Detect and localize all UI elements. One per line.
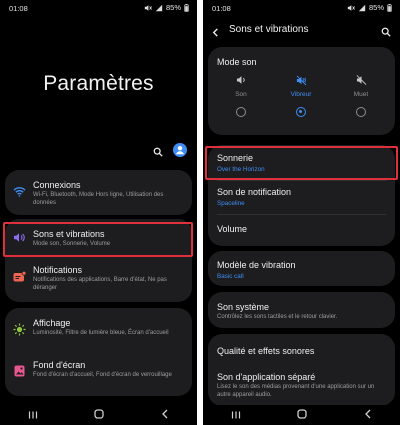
sound-settings-screen: 01:08 85% Sons et vibrations Mode son So…	[203, 0, 400, 425]
search-icon[interactable]	[381, 24, 391, 42]
mode-option-muet[interactable]: Muet	[336, 73, 386, 117]
mode-option-son[interactable]: Son	[216, 73, 266, 117]
system-sound-card: Son système Contrôlez les sons tactiles …	[208, 292, 395, 328]
divider	[217, 180, 386, 181]
item-title: Fond d'écran	[33, 360, 86, 370]
item-subtitle: Fond d'écran d'accueil, Fond d'écran de …	[33, 372, 172, 378]
volume-item[interactable]: Volume	[217, 224, 389, 234]
settings-screen: 01:08 85% Paramètres Connexions Wi-Fi, B…	[0, 0, 197, 425]
mode-radio-son[interactable]	[236, 107, 246, 117]
separate-app-sound-subtitle: Lisez le son des médias provenant d'une …	[217, 384, 375, 398]
back-nav-icon[interactable]	[364, 406, 372, 424]
connections-card: Connexions Wi-Fi, Bluetooth, Mode Hors l…	[5, 170, 192, 215]
system-sound-item[interactable]: Son système Contrôlez les sons tactiles …	[217, 302, 389, 322]
system-sound-title: Son système	[217, 302, 270, 312]
separate-app-sound-title: Son d'application séparé	[217, 372, 316, 382]
audio-card: Qualité et effets sonores Son d'applicat…	[208, 334, 395, 406]
settings-item-notifications[interactable]: Notifications Notifications des applicat…	[5, 259, 192, 302]
volume-title: Volume	[217, 224, 248, 234]
brightness-icon	[12, 322, 26, 336]
account-icon[interactable]	[173, 143, 187, 162]
app-header: Sons et vibrations	[203, 16, 400, 42]
mute-status-icon	[347, 4, 355, 11]
sound-mode-card: Mode son Son Vibreur Muet	[208, 47, 395, 135]
signal-icon	[358, 4, 366, 11]
vibration-pattern-item[interactable]: Modèle de vibration Basic call	[217, 260, 389, 280]
vibrate-icon	[276, 73, 326, 87]
vibration-card: Modèle de vibration Basic call	[208, 251, 395, 286]
status-bar: 01:08 85%	[0, 0, 197, 16]
status-time: 01:08	[212, 4, 231, 13]
speaker-icon	[216, 73, 266, 87]
mode-label: Muet	[353, 91, 369, 98]
item-title: Notifications	[33, 265, 83, 275]
recent-apps-icon[interactable]	[231, 406, 241, 424]
search-icon[interactable]	[153, 144, 163, 162]
status-bar: 01:08 85%	[203, 0, 400, 16]
home-icon[interactable]	[297, 406, 308, 424]
navigation-bar	[203, 405, 400, 425]
settings-item-affichage[interactable]: Affichage Luminosité, Filtre de lumière …	[5, 308, 192, 353]
sound-mode-title: Mode son	[217, 57, 257, 67]
notification-icon	[12, 269, 26, 283]
item-title: Connexions	[33, 180, 81, 190]
item-title: Affichage	[33, 318, 71, 328]
settings-item-connexions[interactable]: Connexions Wi-Fi, Bluetooth, Mode Hors l…	[5, 170, 192, 215]
navigation-bar	[0, 405, 197, 425]
settings-item-fond-ecran[interactable]: Fond d'écran Fond d'écran d'accueil, Fon…	[5, 354, 192, 396]
item-subtitle: Luminosité, Filtre de lumière bleue, Écr…	[33, 330, 169, 336]
notification-sound-item[interactable]: Son de notification Spaceline	[217, 187, 389, 207]
battery-icon	[387, 3, 392, 12]
mode-label: Son	[235, 91, 247, 98]
home-icon[interactable]	[94, 406, 105, 424]
system-sound-subtitle: Contrôlez les sons tactiles et le retour…	[217, 314, 338, 320]
signal-icon	[155, 4, 163, 11]
wallpaper-icon	[12, 364, 26, 378]
item-subtitle: Wi-Fi, Bluetooth, Mode Hors ligne, Utili…	[33, 192, 164, 206]
recent-apps-icon[interactable]	[28, 406, 38, 424]
battery-percent: 85%	[368, 3, 384, 12]
mute-status-icon	[144, 4, 152, 11]
page-title: Paramètres	[43, 72, 154, 95]
separate-app-sound-item[interactable]: Son d'application séparé Lisez le son de…	[217, 372, 389, 399]
notification-sound-value: Spaceline	[217, 200, 245, 207]
notification-sound-title: Son de notification	[217, 187, 292, 197]
highlight-box	[3, 222, 193, 257]
sound-quality-title: Qualité et effets sonores	[217, 346, 315, 356]
status-time: 01:08	[9, 4, 28, 13]
display-card: Affichage Luminosité, Filtre de lumière …	[5, 308, 192, 396]
sound-quality-item[interactable]: Qualité et effets sonores	[217, 346, 389, 356]
vibration-pattern-value: Basic call	[217, 273, 244, 280]
highlight-box	[205, 146, 398, 180]
mode-radio-muet[interactable]	[356, 107, 366, 117]
battery-percent: 85%	[165, 3, 181, 12]
item-subtitle: Notifications des applications, Barre d'…	[33, 277, 167, 291]
back-icon[interactable]	[212, 24, 219, 42]
wifi-icon	[12, 184, 26, 198]
header-title: Sons et vibrations	[229, 24, 309, 35]
mode-option-vibreur[interactable]: Vibreur	[276, 73, 326, 117]
mode-radio-vibreur[interactable]	[296, 107, 306, 117]
mode-label: Vibreur	[290, 91, 312, 98]
battery-icon	[184, 3, 189, 12]
mute-icon	[336, 73, 386, 87]
divider	[217, 214, 386, 215]
back-nav-icon[interactable]	[161, 406, 169, 424]
vibration-pattern-title: Modèle de vibration	[217, 260, 296, 270]
